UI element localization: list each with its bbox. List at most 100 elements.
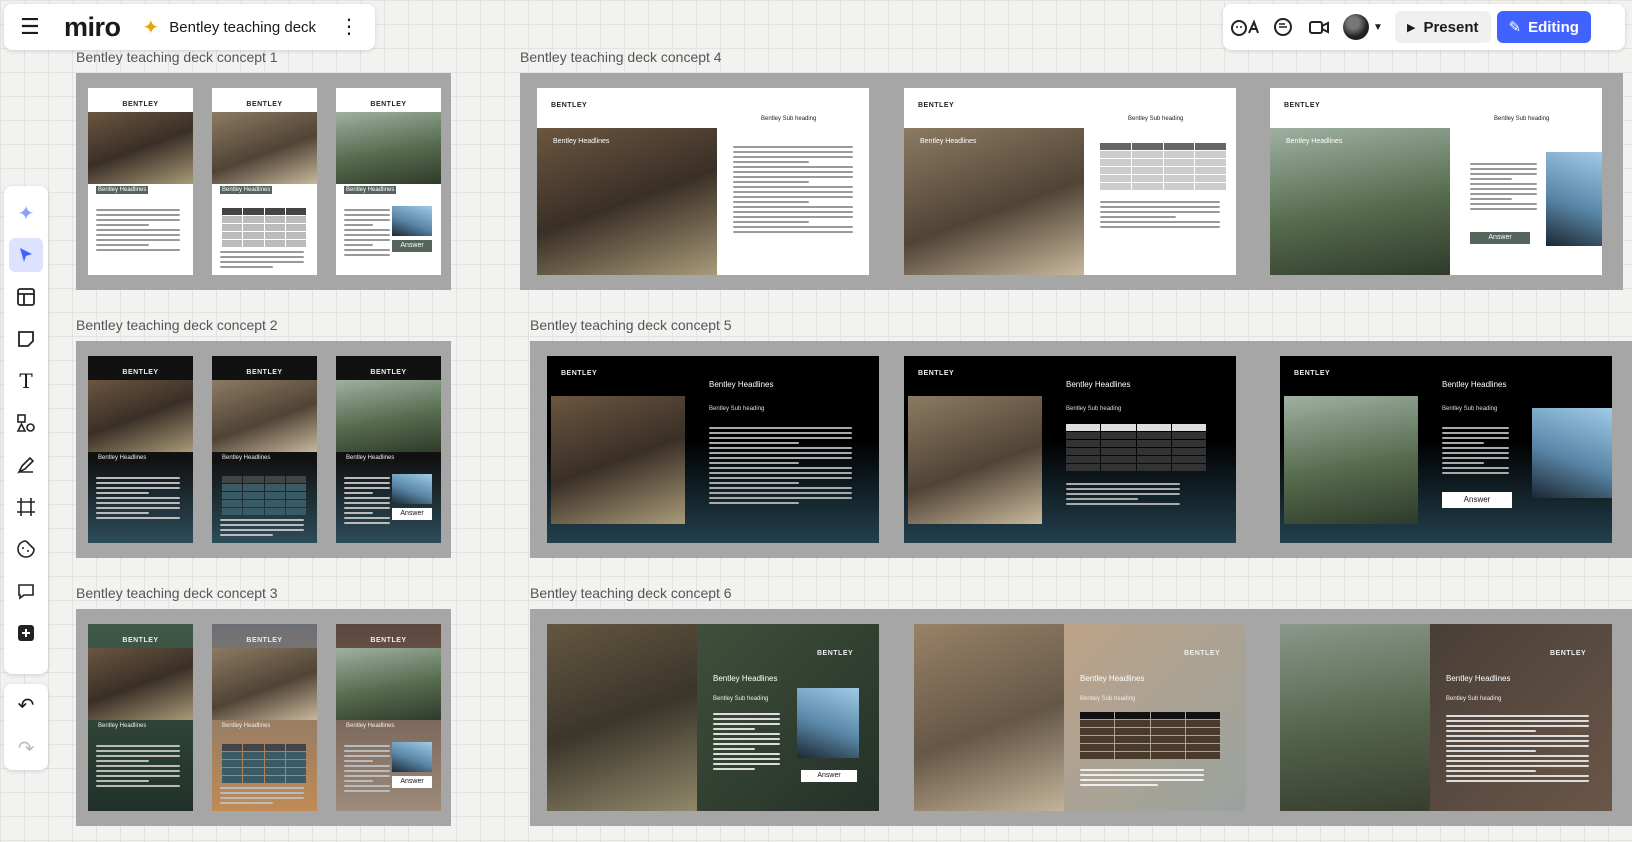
slide-table (1080, 712, 1220, 759)
board-header: ☰ miro ✦ Bentley teaching deck ⋮ (4, 4, 375, 50)
slide-brand: BENTLEY (370, 369, 407, 376)
body-text-lines (1446, 712, 1596, 785)
portrait-slide: BENTLEY Bentley Headlines Answer (336, 624, 441, 811)
slide-brand: BENTLEY (246, 101, 283, 108)
body-text-lines (344, 742, 392, 795)
body-text-lines (1100, 198, 1226, 231)
user-avatar-dropdown[interactable]: ▼ (1337, 10, 1389, 44)
slide-subheading: Bentley Sub heading (713, 696, 769, 702)
slide-photo (212, 648, 317, 720)
slide-photo (392, 474, 432, 504)
frame-concept-4[interactable]: BENTLEY Bentley Headlines Bentley Sub head… (520, 73, 1623, 290)
slide-subheading: Bentley Sub heading (1446, 696, 1502, 702)
slide-brand: BENTLEY (1284, 102, 1321, 109)
slide-photo (1280, 624, 1430, 811)
landscape-slide: BENTLEY Bentley Headlines Bentley Sub head… (1280, 624, 1612, 811)
slide-brand: BENTLEY (1184, 650, 1221, 657)
frame-label-concept-1[interactable]: Bentley teaching deck concept 1 (76, 49, 278, 65)
left-toolbar: ✦ T (4, 186, 48, 674)
slide-photo (212, 380, 317, 452)
undo-icon[interactable]: ↶ (18, 693, 35, 718)
landscape-slide: BENTLEY Bentley Headlines Bentley Sub head… (904, 356, 1236, 543)
frame-concept-5[interactable]: BENTLEY Bentley Headlines Bentley Sub head… (530, 341, 1632, 558)
body-text-lines (344, 474, 392, 527)
frame-icon[interactable] (9, 490, 43, 524)
body-text-lines (220, 516, 308, 539)
slide-brand: BENTLEY (122, 101, 159, 108)
slide-answer-button: Answer (392, 240, 432, 252)
portrait-slide: BENTLEY Bentley Headlines (88, 356, 193, 543)
body-text-lines (1066, 480, 1186, 508)
portrait-slide: BENTLEY Bentley Headlines (212, 356, 317, 543)
frame-label-concept-3[interactable]: Bentley teaching deck concept 3 (76, 585, 278, 601)
slide-photo (336, 648, 441, 720)
sticky-note-icon[interactable] (9, 322, 43, 356)
body-text-lines (96, 206, 184, 254)
stickers-icon[interactable] (9, 532, 43, 566)
board-name[interactable]: Bentley teaching deck (169, 19, 316, 36)
pen-icon[interactable] (9, 448, 43, 482)
slide-subheading: Bentley Sub heading (1128, 116, 1184, 122)
slide-subheading: Bentley Sub heading (1442, 406, 1498, 412)
chevron-down-icon: ▼ (1373, 21, 1383, 33)
slide-headline: Bentley Headlines (220, 186, 273, 194)
body-text-lines (1442, 424, 1512, 477)
slide-brand: BENTLEY (370, 637, 407, 644)
slide-photo (88, 380, 193, 452)
slide-brand: BENTLEY (122, 637, 159, 644)
slide-photo (88, 112, 193, 184)
frame-label-concept-6[interactable]: Bentley teaching deck concept 6 (530, 585, 732, 601)
slide-photo (212, 112, 317, 184)
add-icon[interactable] (9, 616, 43, 650)
frame-concept-6[interactable]: BENTLEY Bentley Headlines Bentley Sub head… (530, 609, 1632, 826)
ai-sparkle-icon[interactable]: ✦ (143, 15, 160, 40)
editing-button[interactable]: ✎ Editing (1496, 11, 1591, 43)
frame-label-concept-4[interactable]: Bentley teaching deck concept 4 (520, 49, 722, 65)
body-text-lines (1470, 160, 1540, 213)
slide-headline: Bentley Headlines (1442, 380, 1507, 389)
slide-brand: BENTLEY (551, 102, 588, 109)
comment-icon[interactable] (9, 574, 43, 608)
hamburger-menu-icon[interactable]: ☰ (20, 14, 46, 40)
slide-answer-button: Answer (392, 776, 432, 788)
miro-logo[interactable]: miro (64, 12, 121, 43)
slide-subheading: Bentley Sub heading (1494, 116, 1550, 122)
portrait-slide: BENTLEY Bentley Headlines (88, 624, 193, 811)
slide-subheading: Bentley Sub heading (1066, 406, 1122, 412)
chat-icon[interactable] (1265, 10, 1301, 44)
video-call-icon[interactable] (1301, 10, 1337, 44)
more-options-icon[interactable]: ⋮ (339, 17, 359, 37)
landscape-slide: BENTLEY Bentley Headlines Bentley Sub head… (1280, 356, 1612, 543)
landscape-slide: BENTLEY Bentley Headlines Bentley Sub head… (1270, 88, 1602, 275)
reactions-icon[interactable] (1229, 10, 1265, 44)
shapes-icon[interactable] (9, 406, 43, 440)
body-text-lines (96, 474, 184, 522)
portrait-slide: BENTLEY Bentley Headlines Answer (336, 356, 441, 543)
present-button[interactable]: ▶ Present (1395, 11, 1491, 43)
slide-headline: Bentley Headlines (553, 138, 610, 145)
portrait-slide: BENTLEY Bentley Headlines (212, 624, 317, 811)
templates-icon[interactable] (9, 280, 43, 314)
body-text-lines (96, 742, 184, 790)
top-right-toolbar: ▼ ▶ Present ✎ Editing (1223, 4, 1625, 50)
slide-brand: BENTLEY (918, 370, 955, 377)
frame-label-concept-5[interactable]: Bentley teaching deck concept 5 (530, 317, 732, 333)
slide-headline: Bentley Headlines (222, 723, 271, 729)
select-cursor-icon[interactable] (9, 238, 43, 272)
text-icon[interactable]: T (9, 364, 43, 398)
slide-photo (537, 128, 717, 275)
slide-subheading: Bentley Sub heading (709, 406, 765, 412)
sparkle-icon[interactable]: ✦ (9, 196, 43, 230)
slide-headline: Bentley Headlines (98, 455, 147, 461)
undo-redo-panel: ↶ ↷ (4, 684, 48, 770)
frame-concept-2[interactable]: BENTLEY Bentley Headlines BENTLEY Bentley H… (76, 341, 451, 558)
slide-headline: Bentley Headlines (1286, 138, 1343, 145)
redo-icon[interactable]: ↷ (18, 736, 35, 761)
frame-label-concept-2[interactable]: Bentley teaching deck concept 2 (76, 317, 278, 333)
frame-concept-1[interactable]: BENTLEY Bentley Headlines BENTLEY Bentley H… (76, 73, 451, 290)
slide-photo (1284, 396, 1418, 524)
slide-photo (392, 742, 432, 772)
frame-concept-3[interactable]: BENTLEY Bentley Headlines BENTLEY Bentley H… (76, 609, 451, 826)
slide-headline: Bentley Headlines (222, 455, 271, 461)
slide-photo (908, 396, 1042, 524)
